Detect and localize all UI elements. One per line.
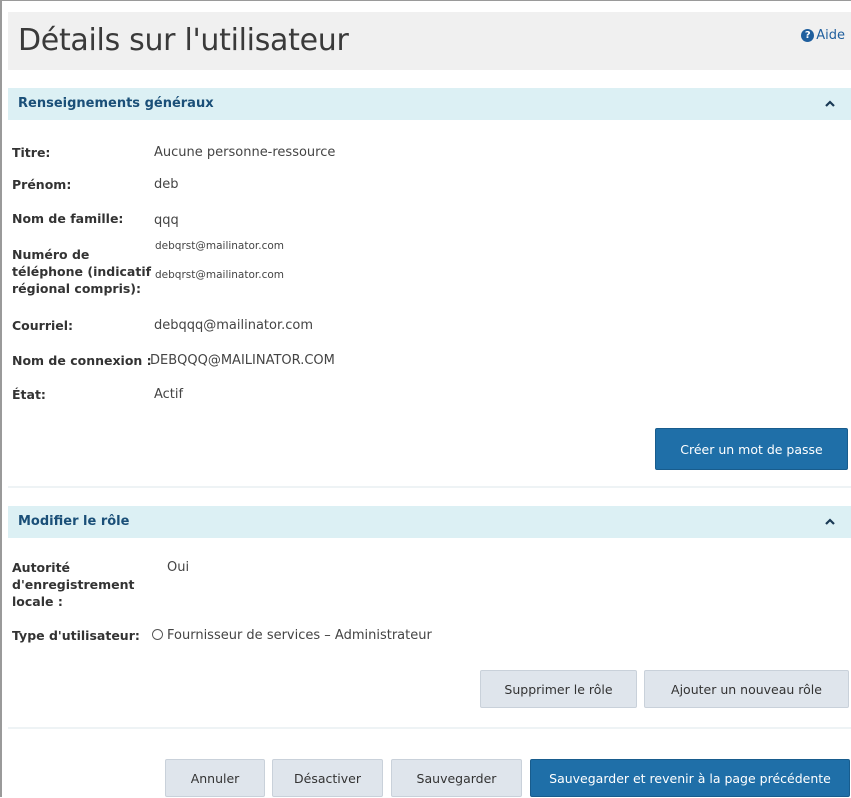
general-section-header[interactable]: Renseignements généraux	[8, 88, 851, 120]
authority-label-line-1: Autorité	[12, 560, 71, 575]
phone-value-1: debqrst@mailinator.com	[155, 240, 285, 252]
create-password-button[interactable]: Créer un mot de passe	[655, 428, 848, 470]
deactivate-button[interactable]: Désactiver	[272, 759, 383, 797]
phone-label-line-2: téléphone (indicatif	[12, 264, 152, 279]
prenom-label: Prénom:	[12, 177, 72, 192]
add-role-button[interactable]: Ajouter un nouveau rôle	[644, 670, 849, 708]
courriel-label: Courriel:	[12, 318, 74, 333]
authority-label-line-2: d'enregistrement	[12, 577, 135, 592]
chevron-up-icon[interactable]	[823, 515, 837, 529]
radio-button[interactable]	[152, 629, 163, 640]
phone-label-line-3: régional compris):	[12, 281, 142, 296]
help-icon: ?	[801, 29, 815, 42]
general-section-title: Renseignements généraux	[18, 96, 214, 111]
role-section-header[interactable]: Modifier le rôle	[8, 506, 851, 538]
courriel-value: debqqq@mailinator.com	[154, 318, 314, 333]
cancel-button[interactable]: Annuler	[165, 759, 265, 797]
user-type-option[interactable]: Fournisseur de services – Administrateur	[152, 628, 432, 644]
authority-value: Oui	[167, 560, 190, 575]
etat-label: État:	[12, 387, 46, 402]
save-button[interactable]: Sauvegarder	[391, 759, 522, 797]
titre-label: Titre:	[12, 145, 51, 160]
nom-label: Nom de famille:	[12, 211, 124, 226]
page-title: Détails sur l'utilisateur	[18, 23, 349, 58]
phone-value-2: debqrst@mailinator.com	[155, 269, 285, 281]
role-section-title: Modifier le rôle	[18, 514, 130, 529]
save-and-return-button[interactable]: Sauvegarder et revenir à la page précéde…	[530, 759, 850, 797]
help-label: Aide	[816, 28, 845, 43]
window-top-border	[0, 0, 851, 1]
help-link[interactable]: ? Aide	[801, 28, 845, 43]
delete-role-button[interactable]: Supprimer le rôle	[480, 670, 637, 708]
authority-label-line-3: locale :	[12, 594, 63, 609]
connexion-value: DEBQQQ@MAILINATOR.COM	[150, 353, 335, 368]
connexion-label: Nom de connexion :	[12, 353, 152, 368]
prenom-value: deb	[154, 177, 179, 192]
etat-value: Actif	[154, 387, 184, 402]
chevron-up-icon[interactable]	[823, 97, 837, 111]
phone-label-line-1: Numéro de	[12, 247, 90, 262]
nom-value: qqq	[154, 213, 179, 228]
titre-value: Aucune personne-ressource	[154, 145, 336, 160]
footer-divider	[8, 727, 851, 729]
user-type-label: Type d'utilisateur:	[12, 628, 140, 643]
section-divider	[8, 486, 851, 488]
window-left-border	[0, 0, 2, 797]
user-type-option-label: Fournisseur de services – Administrateur	[167, 628, 432, 643]
